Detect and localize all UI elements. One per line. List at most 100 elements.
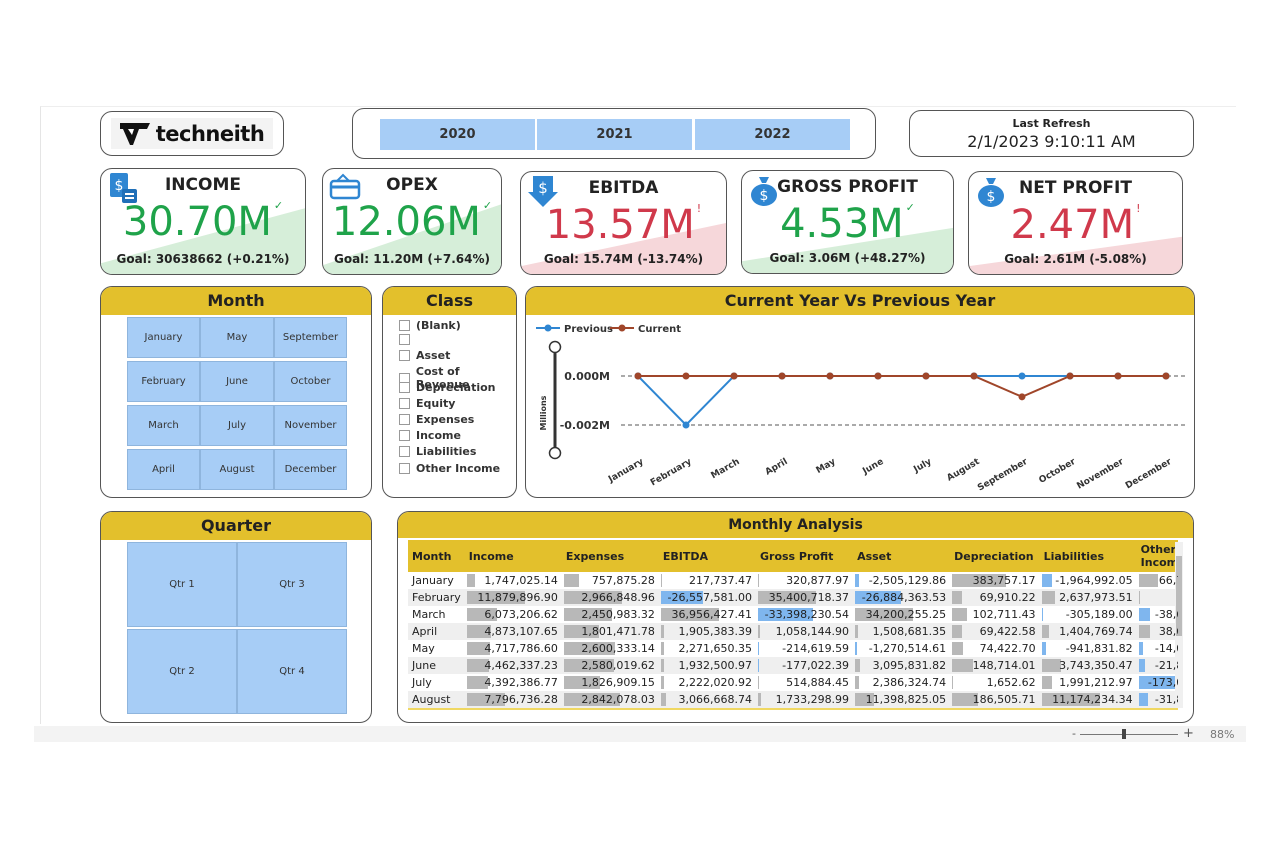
class-option[interactable]: Depreciation: [399, 381, 495, 394]
year-button-2022[interactable]: 2022: [695, 119, 850, 150]
column-header[interactable]: Liabilities: [1039, 540, 1137, 572]
cell-value: 2,386,324.74: [872, 676, 947, 689]
data-bar: [1041, 591, 1056, 604]
quarter-slicer: Quarter Qtr 1 Qtr 3 Qtr 2 Qtr 4: [100, 511, 372, 723]
year-button-2021[interactable]: 2021: [537, 119, 692, 150]
table-row[interactable]: July 4,392,386.77 1,826,909.15 2,222,020.92…: [408, 674, 1178, 691]
row-month-cell: April: [408, 623, 465, 640]
data-point: [634, 372, 642, 380]
checkbox[interactable]: [399, 334, 410, 345]
data-bar: [952, 608, 967, 621]
column-header[interactable]: Other Income: [1136, 540, 1178, 572]
month-tile[interactable]: November: [274, 405, 347, 446]
data-bar: [1041, 642, 1047, 655]
data-cell: 2,386,324.74: [853, 674, 950, 691]
kpi-card-income[interactable]: $ INCOME 30.70M ✓ Goal: 30638662 (+0.21%): [100, 168, 306, 275]
checkbox[interactable]: [399, 463, 410, 474]
cell-value: 11,398,825.05: [865, 693, 947, 706]
checkbox[interactable]: [399, 446, 410, 457]
x-tick-label: September: [976, 457, 1030, 494]
column-header[interactable]: EBITDA: [658, 540, 756, 572]
quarter-tile[interactable]: Qtr 1: [127, 542, 237, 627]
current-vs-previous-chart: Current Year Vs Previous Year 0.000M -0.0…: [525, 286, 1195, 498]
brand-name: techneith: [155, 121, 265, 146]
column-header[interactable]: Gross Profit: [755, 540, 854, 572]
data-bar: [855, 659, 861, 672]
range-slider-handle: [548, 340, 562, 354]
kpi-card-net-profit[interactable]: $ NET PROFIT 2.47M! Goal: 2.61M (-5.08%): [968, 171, 1183, 275]
data-bar: [757, 625, 760, 638]
data-cell: 514,884.45: [756, 674, 853, 691]
kpi-card-opex[interactable]: OPEX 12.06M ✓ Goal: 11.20M (+7.64%): [322, 168, 502, 275]
data-point: [970, 372, 978, 380]
column-header[interactable]: Expenses: [561, 540, 659, 572]
column-header[interactable]: Income: [464, 540, 562, 572]
month-tile[interactable]: May: [200, 317, 274, 358]
kpi-card-ebitda[interactable]: $ EBITDA 13.57M! Goal: 15.74M (-13.74%): [520, 171, 727, 275]
class-option[interactable]: Equity: [399, 397, 455, 410]
month-tile[interactable]: October: [274, 361, 347, 402]
table-row[interactable]: June 4,462,337.23 2,580,019.62 1,932,500.97…: [408, 657, 1178, 674]
zoom-in-button[interactable]: +: [1183, 726, 1194, 741]
month-tile[interactable]: March: [127, 405, 200, 446]
kpi-card-gross-profit[interactable]: $ GROSS PROFIT 4.53M ✓ Goal: 3.06M (+48.2…: [741, 170, 954, 274]
checkbox[interactable]: [399, 320, 410, 331]
checkbox[interactable]: [399, 430, 410, 441]
data-cell: -305,189.00: [1040, 606, 1137, 623]
class-option[interactable]: (Blank): [399, 319, 461, 332]
column-header[interactable]: Month: [408, 540, 465, 572]
x-tick-label: August: [945, 457, 982, 484]
cell-value: 34,200,255.25: [865, 608, 947, 621]
data-cell: 148,714.01: [950, 657, 1040, 674]
year-button-2020[interactable]: 2020: [380, 119, 535, 150]
class-option[interactable]: Other Income: [399, 462, 500, 475]
table-row[interactable]: January 1,747,025.14 757,875.28 217,737.47 3…: [408, 572, 1178, 589]
class-slicer-title: Class: [383, 287, 516, 315]
month-tile[interactable]: August: [200, 449, 274, 490]
checkbox[interactable]: [399, 414, 410, 425]
class-option[interactable]: Liabilities: [399, 445, 476, 458]
x-tick-label: April: [764, 457, 790, 478]
zoom-out-button[interactable]: -: [1072, 727, 1076, 740]
quarter-tile[interactable]: Qtr 2: [127, 629, 237, 714]
month-tile[interactable]: April: [127, 449, 200, 490]
table-row[interactable]: May 4,717,786.60 2,600,333.14 2,271,650.35 -…: [408, 640, 1178, 657]
quarter-tile[interactable]: Qtr 4: [237, 629, 347, 714]
month-tile[interactable]: September: [274, 317, 347, 358]
total-cell: 39,651,271.45: [658, 708, 756, 710]
month-tile[interactable]: June: [200, 361, 274, 402]
data-cell: 34,200,255.25: [853, 606, 950, 623]
class-option-label: Depreciation: [416, 381, 496, 394]
checkbox[interactable]: [399, 398, 410, 409]
checkbox[interactable]: [399, 350, 410, 361]
data-cell: 1,508,681.35: [853, 623, 951, 640]
class-option[interactable]: Asset: [399, 349, 450, 362]
column-header[interactable]: Asset: [853, 540, 951, 572]
table-row[interactable]: March 6,073,206.62 2,450,983.32 36,956,427.…: [408, 606, 1178, 623]
class-option[interactable]: Income: [399, 429, 461, 442]
month-tile[interactable]: January: [127, 317, 200, 358]
table-row[interactable]: April 4,873,107.65 1,801,471.78 1,905,383.3…: [408, 623, 1178, 640]
data-cell: 2,271,650.35: [659, 640, 756, 657]
data-bar: [660, 642, 665, 655]
cell-value: 11,174,234.34: [1052, 693, 1133, 706]
scrollbar-thumb[interactable]: [1176, 556, 1182, 636]
quarter-tile[interactable]: Qtr 3: [237, 542, 347, 627]
zoom-slider[interactable]: [1080, 729, 1178, 739]
class-option[interactable]: [399, 334, 416, 345]
legend-marker: [544, 324, 552, 332]
month-tile[interactable]: February: [127, 361, 200, 402]
table-title: Monthly Analysis: [398, 512, 1193, 538]
table-row[interactable]: August 7,796,736.28 2,842,078.03 3,066,668.…: [408, 691, 1178, 708]
column-header[interactable]: Depreciation: [950, 540, 1040, 572]
data-cell: -33,398,230.54: [756, 606, 853, 623]
month-tile[interactable]: July: [200, 405, 274, 446]
month-tile[interactable]: December: [274, 449, 347, 490]
data-bar: [1138, 608, 1150, 621]
table-scroll-area[interactable]: Month Income Expenses EBITDA Gross Profit Ass…: [408, 540, 1178, 710]
checkbox[interactable]: [399, 382, 410, 393]
table-row[interactable]: February 11,879,896.90 2,966,848.96 -26,557…: [408, 589, 1178, 606]
y-tick-label: 0.000M: [564, 370, 610, 383]
class-option[interactable]: Expenses: [399, 413, 474, 426]
zoom-slider-thumb[interactable]: [1122, 729, 1126, 739]
